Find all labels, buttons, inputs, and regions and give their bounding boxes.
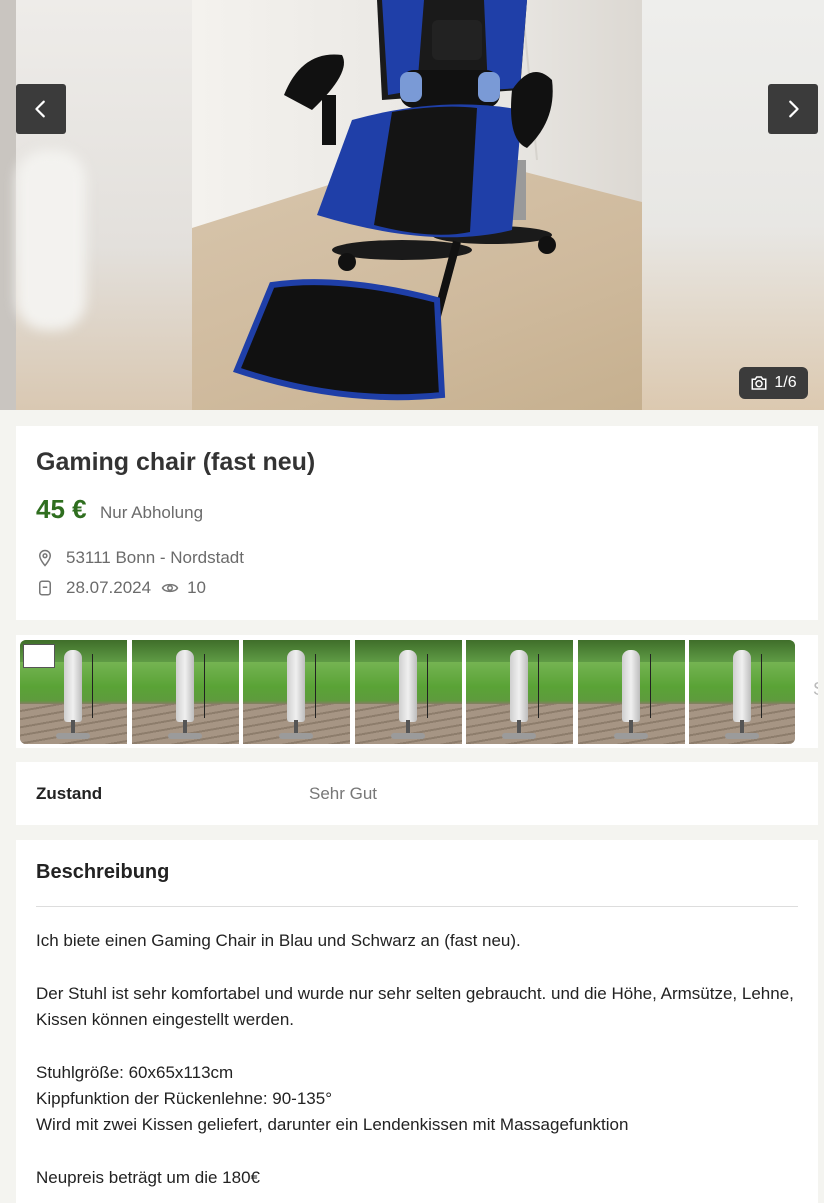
chevron-right-icon — [789, 100, 799, 118]
description-line: Ich biete einen Gaming Chair in Blau und… — [36, 931, 521, 950]
condition-label: Zustand — [36, 784, 103, 803]
description-line: Kippfunktion der Rückenlehne: 90-135° — [36, 1089, 332, 1108]
location-pin-icon — [38, 549, 52, 567]
chevron-left-icon — [35, 100, 45, 118]
gallery-edge — [0, 0, 16, 410]
image-gallery[interactable]: 1/6 — [0, 0, 824, 410]
description-line: Stuhlgröße: 60x65x113cm — [36, 1063, 234, 1082]
thumbnail-item[interactable] — [466, 640, 573, 744]
thumbnail-item[interactable] — [20, 640, 127, 744]
gallery-blur-left — [16, 0, 192, 410]
thumbnail-item[interactable] — [243, 640, 350, 744]
image-counter: 1/6 — [739, 367, 808, 399]
thumbnail-carousel[interactable]: S — [16, 635, 818, 748]
date-row: 28.07.2024 10 — [36, 578, 206, 598]
shipping-info: Nur Abholung — [100, 503, 204, 522]
eye-icon — [161, 583, 179, 593]
views-count: 10 — [161, 578, 206, 598]
gaming-chair-image — [233, 0, 556, 401]
details-section: Zustand Sehr Gut — [16, 762, 818, 825]
date-text: 28.07.2024 — [66, 578, 152, 597]
location-row[interactable]: 53111 Bonn - Nordstadt — [36, 548, 244, 568]
thumbnail-item[interactable] — [577, 640, 685, 744]
condition-value: Sehr Gut — [309, 784, 378, 803]
listing-summary: Gaming chair (fast neu) 45 € Nur Abholun… — [16, 426, 818, 620]
thumbnail-item[interactable] — [131, 640, 239, 744]
description-line: Wird mit zwei Kissen geliefert, darunter… — [36, 1115, 629, 1134]
previous-image-button[interactable] — [16, 84, 66, 134]
next-image-button[interactable] — [768, 84, 818, 134]
product-badge-icon — [23, 644, 55, 668]
gallery-blur-right — [642, 0, 824, 410]
thumbnail-item[interactable] — [354, 640, 462, 744]
calendar-icon — [39, 580, 51, 596]
description-text: Ich biete einen Gaming Chair in Blau und… — [36, 928, 796, 1191]
description-section: Beschreibung Ich biete einen Gaming Chai… — [16, 840, 818, 1203]
description-line: Der Stuhl ist sehr komfortabel und wurde… — [36, 984, 794, 1029]
location-text: 53111 Bonn - Nordstadt — [66, 548, 244, 567]
views-text: 10 — [187, 578, 207, 597]
thumbnail-overflow-hint: S — [813, 679, 818, 700]
listing-price: 45 € — [36, 494, 87, 524]
thumbnail-item[interactable] — [689, 640, 795, 744]
description-heading: Beschreibung — [36, 861, 170, 883]
camera-icon — [751, 376, 767, 390]
image-counter-text: 1/6 — [774, 374, 797, 391]
listing-title: Gaming chair (fast neu) — [36, 448, 316, 476]
description-line: Neupreis beträgt um die 180€ — [36, 1168, 260, 1187]
main-photo[interactable] — [192, 0, 642, 410]
divider — [36, 906, 798, 907]
